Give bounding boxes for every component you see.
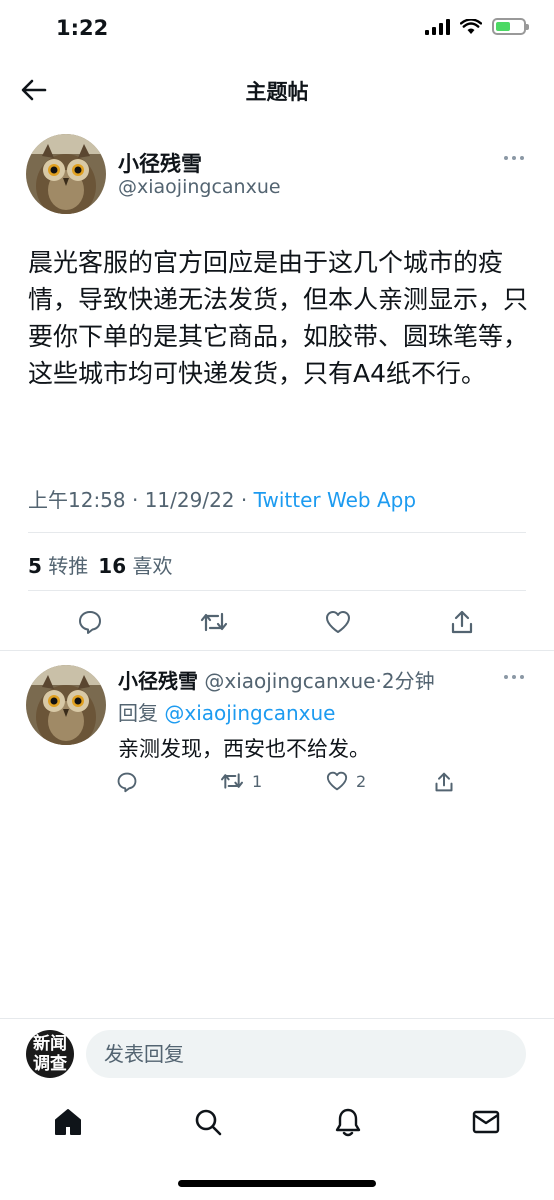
reply-tweet[interactable]: 小径残雪 @xiaojingcanxue·2分钟 回复 @xiaojingcan… (0, 651, 554, 811)
comment-icon (117, 772, 137, 793)
reply-input[interactable] (86, 1030, 526, 1078)
owl-avatar-image (26, 134, 106, 214)
reply-author-name[interactable]: 小径残雪 (118, 669, 198, 693)
retweet-button[interactable] (198, 606, 230, 638)
comment-icon (79, 611, 101, 634)
bell-icon (335, 1108, 361, 1137)
tweet-stats: 5 转推 16 喜欢 (28, 550, 172, 579)
mention-link[interactable]: @xiaojingcanxue (164, 701, 335, 725)
ellipsis-icon[interactable] (504, 156, 524, 160)
battery-icon (492, 18, 529, 35)
heart-icon (326, 611, 350, 633)
tab-notifications[interactable] (330, 1104, 366, 1140)
heart-icon (326, 771, 348, 791)
retweets-stat[interactable]: 5 转推 (28, 550, 88, 579)
reply-author-handle[interactable]: @xiaojingcanxue (204, 669, 375, 693)
home-indicator (178, 1180, 376, 1187)
retweet-count: 1 (252, 771, 263, 791)
page-title: 主题帖 (245, 80, 309, 104)
reply-button[interactable] (74, 606, 106, 638)
share-icon (435, 772, 453, 792)
retweet-icon (221, 773, 243, 789)
share-button[interactable] (434, 771, 454, 793)
tweet-source-link[interactable]: Twitter Web App (254, 488, 416, 512)
divider (28, 590, 526, 591)
user-avatar[interactable]: 新闻 调查 (26, 1030, 74, 1078)
like-button[interactable]: 2 (326, 771, 366, 791)
like-button[interactable] (322, 606, 354, 638)
author-handle[interactable]: @xiaojingcanxue (118, 176, 281, 198)
retweet-button[interactable]: 1 (220, 771, 262, 791)
status-bar: 1:22 (0, 0, 554, 60)
replying-to: 回复 @xiaojingcanxue (118, 701, 336, 725)
tweet-meta: 上午12:58 · 11/29/22 · Twitter Web App (28, 484, 416, 513)
retweet-icon (200, 612, 228, 632)
status-icons (425, 18, 529, 35)
reply-header: 小径残雪 @xiaojingcanxue·2分钟 (118, 665, 435, 694)
reply-actions: 1 2 (0, 771, 554, 799)
divider (28, 532, 526, 533)
like-count: 2 (356, 771, 367, 791)
likes-stat[interactable]: 16 喜欢 (98, 550, 172, 579)
tweet-timestamp: 上午12:58 · 11/29/22 · (28, 488, 254, 512)
bottom-tab-bar (0, 1100, 554, 1144)
tweet-actions (0, 606, 554, 638)
mail-icon (472, 1110, 500, 1134)
owl-avatar-image (26, 665, 106, 745)
reply-time: ·2分钟 (375, 669, 435, 693)
tab-search[interactable] (190, 1104, 226, 1140)
tab-messages[interactable] (468, 1104, 504, 1140)
avatar[interactable] (26, 134, 106, 214)
tab-home[interactable] (50, 1104, 86, 1140)
avatar[interactable] (26, 665, 106, 745)
reply-text: 亲测发现，西安也不给发。 (118, 737, 370, 761)
tweet-text: 晨光客服的官方回应是由于这几个城市的疫情，导致快递无法发货，但本人亲测显示，只要… (28, 248, 529, 388)
ellipsis-icon[interactable] (504, 675, 524, 679)
reply-button[interactable] (116, 771, 138, 793)
wifi-icon (460, 18, 482, 34)
author-name[interactable]: 小径残雪 (118, 148, 202, 178)
share-button[interactable] (446, 606, 478, 638)
cellular-signal-icon (425, 18, 450, 35)
divider (0, 1018, 554, 1019)
home-icon (55, 1109, 81, 1135)
app-header: 主题帖 (0, 60, 554, 120)
share-icon (451, 610, 473, 634)
status-time: 1:22 (56, 16, 109, 40)
search-icon (195, 1109, 222, 1136)
